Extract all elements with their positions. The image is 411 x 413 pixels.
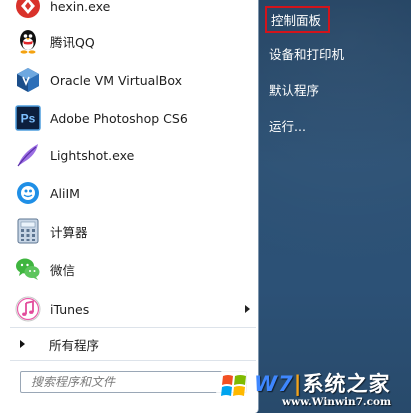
program-item-photoshop[interactable]: Ps Adobe Photoshop CS6 [10, 100, 256, 136]
wechat-icon [14, 255, 42, 283]
default-programs-link[interactable]: 默认程序 [269, 80, 319, 99]
submenu-arrow-icon[interactable] [245, 305, 250, 313]
program-label: 微信 [50, 262, 76, 278]
program-item-qq[interactable]: 腾讯QQ [10, 23, 256, 59]
windows-logo-watermark [213, 364, 257, 408]
watermark-name: 系统之家 [302, 372, 391, 396]
watermark-seven: 7 [278, 372, 294, 396]
program-label: AliIM [50, 185, 80, 201]
photoshop-icon: Ps [14, 104, 42, 132]
search-input[interactable] [31, 375, 231, 389]
qq-penguin-icon [14, 27, 42, 55]
control-panel-label: 控制面板 [271, 13, 322, 28]
hexin-icon [14, 0, 42, 20]
calculator-icon [14, 217, 42, 245]
lightshot-feather-icon [14, 141, 42, 169]
run-label: 运行... [269, 119, 306, 134]
aliim-icon [14, 179, 42, 207]
start-menu: hexin.exe 腾讯QQ Oracle VM VirtualBox Ps A… [0, 0, 411, 413]
watermark-title: W7|系统之家 [254, 368, 390, 398]
devices-printers-label: 设备和打印机 [269, 47, 345, 62]
run-link[interactable]: 运行... [269, 116, 306, 135]
control-panel-link[interactable]: 控制面板 [265, 6, 331, 33]
program-item-virtualbox[interactable]: Oracle VM VirtualBox [10, 62, 256, 98]
program-item-calculator[interactable]: 计算器 [10, 213, 256, 249]
program-label: 计算器 [50, 224, 88, 240]
itunes-icon [14, 295, 42, 323]
all-programs-item[interactable]: 所有程序 [10, 332, 256, 356]
program-label: Lightshot.exe [50, 147, 135, 163]
system-links-panel: 控制面板 设备和打印机 默认程序 运行... [259, 0, 411, 413]
watermark-w: W [254, 372, 279, 396]
program-item-aliim[interactable]: AliIM [10, 175, 256, 211]
photoshop-letters: Ps [21, 112, 36, 126]
program-item-hexin[interactable]: hexin.exe [10, 0, 256, 24]
programs-divider [10, 327, 256, 328]
program-item-lightshot[interactable]: Lightshot.exe [10, 137, 256, 173]
program-label: 腾讯QQ [50, 34, 95, 50]
all-programs-label: 所有程序 [49, 337, 100, 353]
search-divider [10, 360, 256, 361]
program-item-wechat[interactable]: 微信 [10, 251, 256, 287]
program-item-itunes[interactable]: iTunes [10, 291, 256, 327]
default-programs-label: 默认程序 [269, 83, 320, 98]
devices-printers-link[interactable]: 设备和打印机 [269, 44, 344, 63]
program-label: Adobe Photoshop CS6 [50, 110, 188, 126]
watermark-url: www.Winwin7.com [282, 396, 392, 408]
expand-arrow-icon [20, 340, 25, 348]
program-label: Oracle VM VirtualBox [50, 72, 183, 88]
virtualbox-icon [14, 66, 42, 94]
program-label: iTunes [50, 301, 90, 317]
program-label: hexin.exe [50, 0, 111, 14]
